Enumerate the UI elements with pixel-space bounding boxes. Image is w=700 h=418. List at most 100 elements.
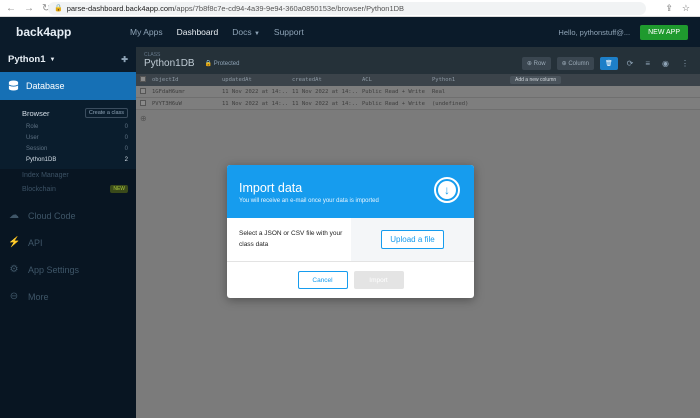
class-name: Role xyxy=(26,123,39,130)
import-data-modal: Import data You will receive an e-mail o… xyxy=(227,165,474,298)
url-host: parse-dashboard.back4app.com xyxy=(66,3,175,13)
upload-file-button[interactable]: Upload a file xyxy=(381,230,444,249)
app-selector[interactable]: Python1 ▼ ✚ xyxy=(0,47,136,72)
sidebar-item-label: Blockchain xyxy=(22,185,56,193)
modal-header: Import data You will receive an e-mail o… xyxy=(227,165,474,218)
brand-logo[interactable]: back4app xyxy=(0,25,136,39)
table-cell[interactable]: (undefined) xyxy=(428,101,498,107)
filter-icon[interactable]: ≡ xyxy=(642,59,653,68)
add-column-header-button[interactable]: Add a new column xyxy=(510,76,562,84)
table-cell[interactable]: PVYT3H6uW xyxy=(148,101,218,107)
page-title: Python1DB xyxy=(144,58,195,69)
breadcrumb: CLASS Python1DB xyxy=(144,52,195,69)
download-icon: ↓ xyxy=(434,177,460,203)
sidebar-item-app-settings[interactable]: ⚙ App Settings xyxy=(0,256,136,283)
table-cell[interactable]: 11 Nov 2022 at 14:... xyxy=(288,89,358,95)
toolbar-actions: ⊕ Row ⊕ Column 🗑 ⟳ ≡ ◉ ⋮ xyxy=(521,57,692,70)
add-row-button[interactable]: ⊕ Row xyxy=(521,57,551,70)
sidebar-item-database[interactable]: Database xyxy=(0,72,136,100)
class-name: Python1DB xyxy=(26,156,57,163)
table-cell[interactable]: Public Read + Write xyxy=(358,101,428,107)
star-icon[interactable]: ☆ xyxy=(682,3,690,14)
forward-icon[interactable]: → xyxy=(24,3,34,14)
row-checkbox[interactable] xyxy=(136,99,148,108)
sidebar-item-blockchain[interactable]: Blockchain NEW xyxy=(0,182,136,196)
create-class-button[interactable]: Create a class xyxy=(84,108,128,118)
plus-icon[interactable]: ⊕ xyxy=(136,110,700,123)
table-header: objectId updatedAt createdAt ACL Python1… xyxy=(136,74,700,86)
column-header[interactable]: createdAt xyxy=(288,77,358,83)
pin-icon[interactable]: ✚ xyxy=(121,55,128,64)
browser-section: Browser Create a class Role 0 User 0 Sessi… xyxy=(0,100,136,169)
browser-nav: ← → ↻ xyxy=(0,3,50,14)
table-cell[interactable]: 11 Nov 2022 at 14:... xyxy=(218,101,288,107)
nav-my-apps[interactable]: My Apps xyxy=(130,27,163,37)
class-count: 0 xyxy=(124,145,128,152)
cancel-button[interactable]: Cancel xyxy=(297,271,348,289)
top-right: Hello, pythonstuff@... NEW APP xyxy=(558,24,700,40)
column-header[interactable]: updatedAt xyxy=(218,77,288,83)
address-bar[interactable]: 🔒 parse-dashboard.back4app.com/apps/7b8f… xyxy=(48,1,646,15)
sidebar-item-more[interactable]: ⊖ More xyxy=(0,283,136,310)
class-name: Session xyxy=(26,145,48,152)
protected-link[interactable]: 🔒 Protected xyxy=(205,60,240,67)
table-cell[interactable]: Public Read + Write xyxy=(358,89,428,95)
import-button[interactable]: Import xyxy=(353,271,404,289)
new-app-button[interactable]: NEW APP xyxy=(640,24,688,40)
back-icon[interactable]: ← xyxy=(6,3,16,14)
sidebar-item-label: App Settings xyxy=(28,264,80,275)
table-cell[interactable]: 1GFdaH6umr xyxy=(148,89,218,95)
table-cell[interactable]: 11 Nov 2022 at 14:... xyxy=(218,89,288,95)
new-badge: NEW xyxy=(110,185,128,193)
modal-body: Select a JSON or CSV file with your clas… xyxy=(227,218,474,262)
class-count: 0 xyxy=(124,134,128,141)
class-count: 2 xyxy=(124,156,128,163)
share-icon[interactable]: ⇪ xyxy=(665,3,673,14)
table-cell[interactable]: 11 Nov 2022 at 14:... xyxy=(288,101,358,107)
row-label: Row xyxy=(533,61,546,67)
sidebar-item-label: Cloud Code xyxy=(28,210,76,221)
protected-label: Protected xyxy=(213,61,240,67)
class-item-session[interactable]: Session 0 xyxy=(22,143,136,154)
row-checkbox[interactable] xyxy=(136,87,148,96)
refresh-icon[interactable]: ⟳ xyxy=(624,59,637,68)
add-column-button[interactable]: ⊕ Column xyxy=(556,57,595,70)
more-icon: ⊖ xyxy=(9,291,19,302)
column-header[interactable]: objectId xyxy=(148,77,218,83)
nav-docs[interactable]: Docs ▼ xyxy=(232,27,260,37)
file-select-label: Select a JSON or CSV file with your clas… xyxy=(239,230,343,248)
trash-icon[interactable]: 🗑 xyxy=(600,57,618,70)
chevron-down-icon: ▼ xyxy=(253,31,260,37)
table-row[interactable]: 1GFdaH6umr 11 Nov 2022 at 14:... 11 Nov … xyxy=(136,86,700,98)
user-greeting[interactable]: Hello, pythonstuff@... xyxy=(558,28,630,37)
column-label: Column xyxy=(568,61,590,67)
nav-dashboard[interactable]: Dashboard xyxy=(177,27,219,37)
lock-icon: 🔒 xyxy=(54,5,63,12)
class-item-role[interactable]: Role 0 xyxy=(22,121,136,132)
browser-tools: ⇪ ☆ xyxy=(646,3,700,14)
browser-label[interactable]: Browser xyxy=(22,109,50,118)
app-name: Python1 xyxy=(8,54,46,65)
nav-support[interactable]: Support xyxy=(274,27,304,37)
top-nav: My Apps Dashboard Docs ▼ Support xyxy=(130,27,304,37)
table-row[interactable]: PVYT3H6uW 11 Nov 2022 at 14:... 11 Nov 2… xyxy=(136,98,700,110)
app-topbar: back4app My Apps Dashboard Docs ▼ Suppor… xyxy=(0,17,700,47)
eye-icon[interactable]: ◉ xyxy=(659,59,672,68)
class-item-user[interactable]: User 0 xyxy=(22,132,136,143)
more-icon[interactable]: ⋮ xyxy=(678,59,692,68)
settings-icon: ⚙ xyxy=(9,264,19,275)
column-header[interactable]: ACL xyxy=(358,77,428,83)
sidebar-item-label: API xyxy=(28,237,43,248)
sidebar-item-cloud-code[interactable]: ☁ Cloud Code xyxy=(0,202,136,229)
nav-docs-label: Docs xyxy=(232,27,252,37)
sidebar-item-label: Database xyxy=(26,81,65,91)
sidebar-item-api[interactable]: ⚡ API xyxy=(0,229,136,256)
upload-area: Upload a file xyxy=(351,218,474,261)
chevron-down-icon: ▼ xyxy=(49,56,56,63)
url-path: /apps/7b8f8c7e-cd94-4a39-9e94-360a085015… xyxy=(174,3,405,13)
table-cell[interactable]: Real xyxy=(428,89,498,95)
sidebar-item-index-manager[interactable]: Index Manager xyxy=(0,169,136,182)
column-header[interactable]: Python1 xyxy=(428,77,498,83)
class-item-python1db[interactable]: Python1DB 2 xyxy=(22,154,136,165)
select-all-checkbox[interactable] xyxy=(136,76,148,84)
